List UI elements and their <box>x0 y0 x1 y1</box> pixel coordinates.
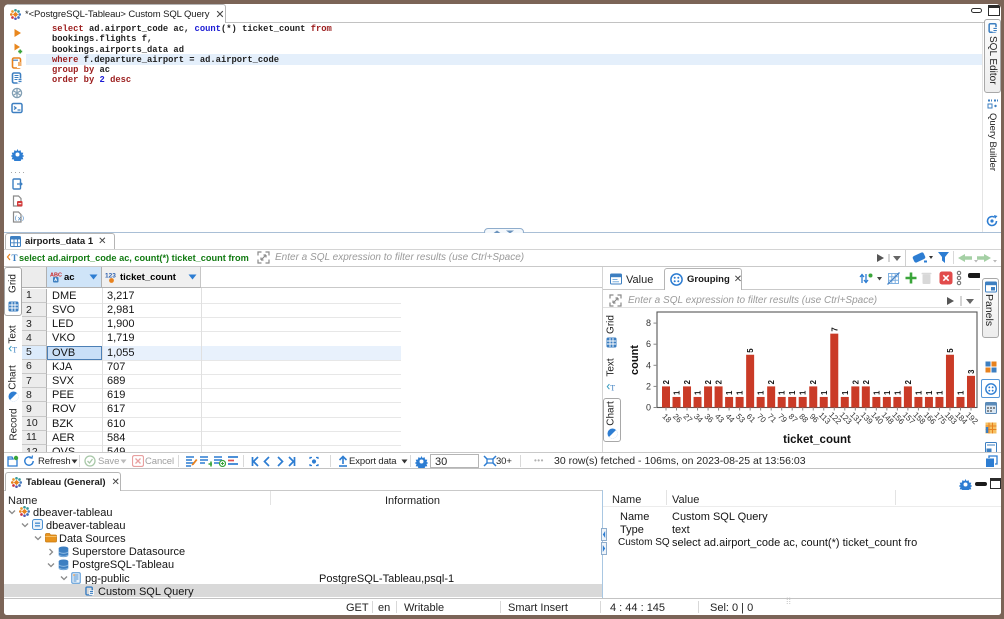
svg-text:1: 1 <box>736 390 745 395</box>
svg-text:1: 1 <box>694 390 703 395</box>
svg-text:1: 1 <box>778 390 787 395</box>
svg-text:2: 2 <box>646 381 651 391</box>
svg-text:1: 1 <box>820 390 829 395</box>
svg-text:2: 2 <box>683 379 692 384</box>
svg-text:192: 192 <box>964 410 980 426</box>
svg-text:5: 5 <box>946 348 955 353</box>
svg-text:2: 2 <box>662 379 671 384</box>
svg-text:2: 2 <box>767 379 776 384</box>
svg-text:2: 2 <box>809 379 818 384</box>
svg-text:3: 3 <box>967 369 976 374</box>
svg-text:2: 2 <box>904 379 913 384</box>
svg-text:(x): (x) <box>14 216 24 223</box>
svg-text:6: 6 <box>646 339 651 349</box>
svg-text:2: 2 <box>862 379 871 384</box>
svg-text:2: 2 <box>715 379 724 384</box>
svg-text:1: 1 <box>914 390 923 395</box>
svg-text:7: 7 <box>830 327 839 331</box>
svg-text:1: 1 <box>956 390 965 395</box>
svg-text:5: 5 <box>746 348 755 353</box>
svg-text:1: 1 <box>841 390 850 395</box>
svg-text:1: 1 <box>893 390 902 395</box>
svg-text:1: 1 <box>935 390 944 395</box>
svg-text:1: 1 <box>788 390 797 395</box>
svg-text:1: 1 <box>925 390 934 395</box>
svg-text:1: 1 <box>799 390 808 395</box>
svg-text:ticket_count: ticket_count <box>783 434 851 446</box>
svg-text:1: 1 <box>757 390 766 395</box>
svg-text:count: count <box>629 345 641 375</box>
svg-text:1: 1 <box>883 390 892 395</box>
svg-text:2: 2 <box>704 379 713 384</box>
svg-text:1: 1 <box>872 390 881 395</box>
svg-text:8: 8 <box>646 318 651 328</box>
svg-text:0: 0 <box>646 403 651 413</box>
svg-text:4: 4 <box>646 360 651 370</box>
svg-text:1: 1 <box>673 390 682 395</box>
svg-text:T: T <box>12 253 18 263</box>
svg-text:2: 2 <box>851 379 860 384</box>
svg-text:1: 1 <box>725 390 734 395</box>
svg-text:T: T <box>12 345 17 354</box>
svg-text:T: T <box>610 383 615 392</box>
